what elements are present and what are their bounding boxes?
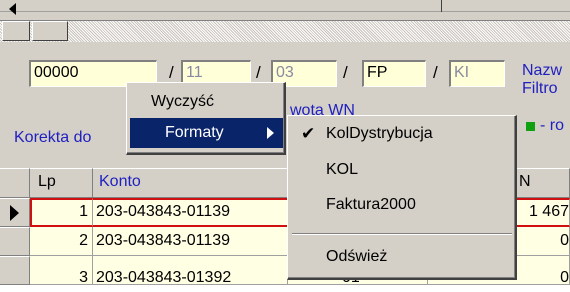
row-indicator[interactable] — [0, 256, 30, 285]
cell-konto[interactable]: 203-043843-01139 — [93, 227, 288, 256]
menu-item-kol[interactable]: KOL — [291, 154, 513, 186]
column-header-konto[interactable]: Konto — [93, 168, 288, 198]
context-menu: Wyczyść Formaty — [126, 82, 286, 155]
row-pointer-icon — [10, 205, 19, 221]
name-link[interactable]: Nazw — [522, 62, 562, 80]
filter-link[interactable]: Filtro — [522, 80, 558, 98]
formats-submenu: ✔ KolDystrybucja KOL Faktura2000 Odśwież — [287, 115, 517, 280]
grid-header-indicator — [0, 168, 30, 198]
submenu-arrow-icon — [267, 127, 274, 139]
scrollbar-thumb[interactable] — [32, 21, 68, 41]
menu-item-formats[interactable]: Formaty — [130, 118, 283, 148]
cell-lp[interactable]: 2 — [30, 227, 93, 256]
legend-label: - ro — [540, 117, 564, 134]
korekta-link[interactable]: Korekta do — [14, 129, 91, 147]
cell-lp[interactable]: 3 — [30, 256, 93, 285]
document-type-input[interactable]: FP — [362, 60, 426, 87]
column-header-lp[interactable]: Lp — [30, 168, 93, 198]
toolbar-divider — [441, 0, 442, 12]
menu-item-clear[interactable]: Wyczyść — [128, 87, 283, 117]
scroll-left-arrow-icon — [9, 3, 16, 15]
field-separator: / — [433, 63, 438, 82]
legend-color-square — [526, 122, 535, 131]
field-separator: / — [343, 63, 348, 82]
field-separator: / — [169, 63, 174, 82]
row-indicator[interactable] — [0, 227, 30, 256]
menu-item-faktura2000[interactable]: Faktura2000 — [291, 189, 513, 221]
check-icon: ✔ — [301, 124, 316, 143]
menu-item-label: KolDystrybucja — [326, 125, 433, 142]
scroll-left-button[interactable] — [2, 21, 30, 41]
cell-lp[interactable]: 1 — [30, 198, 93, 227]
field-separator: / — [256, 63, 261, 82]
horizontal-scrollbar[interactable] — [0, 20, 570, 42]
menu-item-koldystrybucja[interactable]: ✔ KolDystrybucja — [291, 118, 513, 150]
top-toolbar-strip — [0, 0, 570, 12]
menu-separator — [292, 233, 512, 235]
cell-konto[interactable]: 203-043843-01139 — [93, 198, 288, 227]
cell-konto[interactable]: 203-043843-01392 — [93, 256, 288, 285]
ki-filter-input[interactable]: KI — [449, 60, 505, 87]
menu-item-refresh[interactable]: Odśwież — [291, 241, 513, 273]
